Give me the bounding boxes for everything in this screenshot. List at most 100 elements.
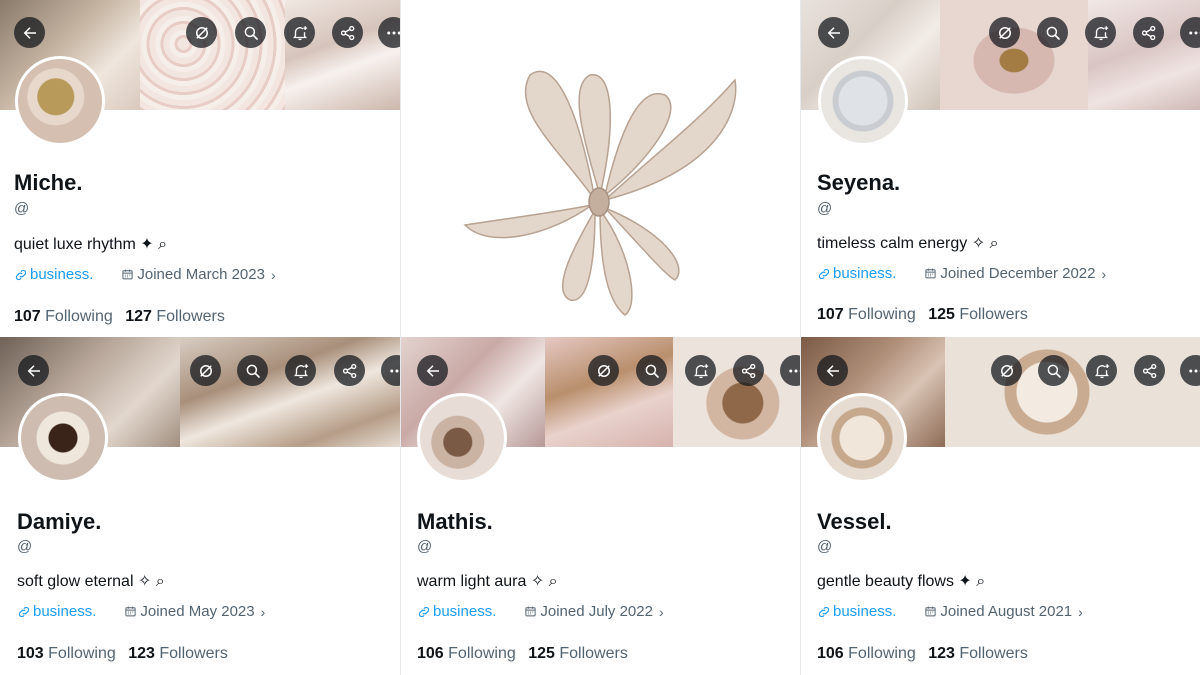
grok-button[interactable] — [989, 17, 1020, 48]
link-icon — [817, 267, 831, 281]
calendar-icon — [524, 605, 537, 618]
more-icon — [1187, 24, 1200, 42]
chevron-right-icon[interactable]: › — [261, 604, 266, 620]
banner-photo-latte — [945, 337, 1200, 447]
chevron-right-icon[interactable]: › — [659, 604, 664, 620]
profile-card-miche: Miche. @ quiet luxe rhythm ✦ ⌕ business.… — [0, 0, 400, 337]
website-text: business. — [30, 266, 94, 283]
website-link[interactable]: business. — [14, 266, 93, 283]
following-label: Following — [45, 308, 113, 325]
notify-button[interactable] — [1085, 17, 1116, 48]
banner-photo-floral — [140, 0, 285, 110]
followers-link[interactable]: 123 Followers — [928, 645, 1028, 662]
search-icon — [242, 24, 260, 42]
back-button[interactable] — [14, 17, 45, 48]
divider — [400, 337, 401, 675]
profile-card-vessel: Vessel. @ gentle beauty flows ✦ ⌕ busine… — [800, 337, 1200, 675]
back-arrow-icon — [25, 362, 43, 380]
following-link[interactable]: 107 Following — [817, 306, 916, 323]
joined-text: Joined July 2022 — [540, 603, 653, 620]
joined-date: Joined December 2022 › — [924, 265, 1106, 282]
search-button[interactable] — [237, 355, 268, 386]
profile-bio: warm light aura ✧ ⌕ — [417, 573, 558, 590]
following-count: 103 — [17, 645, 44, 662]
profile-card-mathis: Mathis. @ warm light aura ✧ ⌕ business. … — [400, 337, 800, 675]
website-link[interactable]: business. — [17, 603, 96, 620]
following-link[interactable]: 106 Following — [817, 645, 916, 662]
back-arrow-icon — [424, 362, 442, 380]
link-icon — [14, 268, 28, 282]
link-icon — [17, 605, 31, 619]
joined-text: Joined March 2023 — [137, 266, 265, 283]
followers-count: 127 — [125, 308, 152, 325]
website-link[interactable]: business. — [417, 603, 496, 620]
share-button[interactable] — [1133, 17, 1164, 48]
chevron-right-icon[interactable]: › — [1078, 604, 1083, 620]
grok-button[interactable] — [186, 17, 217, 48]
share-button[interactable] — [733, 355, 764, 386]
profile-name: Miche. — [14, 170, 83, 195]
search-icon — [1044, 24, 1062, 42]
back-button[interactable] — [818, 17, 849, 48]
notify-button[interactable] — [285, 355, 316, 386]
followers-label: Followers — [159, 645, 228, 662]
profile-handle: @ — [14, 200, 30, 217]
profile-bio: timeless calm energy ✧ ⌕ — [817, 235, 999, 252]
back-arrow-icon — [21, 24, 39, 42]
search-icon — [643, 362, 661, 380]
profile-stats: 103 Following 123 Followers — [17, 645, 228, 663]
avatar[interactable] — [818, 56, 908, 146]
back-button[interactable] — [817, 355, 848, 386]
joined-text: Joined December 2022 — [940, 265, 1096, 282]
notify-button[interactable] — [1086, 355, 1117, 386]
following-count: 106 — [817, 645, 844, 662]
notify-button[interactable] — [284, 17, 315, 48]
avatar[interactable] — [817, 393, 907, 483]
more-icon — [787, 362, 801, 380]
search-button[interactable] — [1038, 355, 1069, 386]
followers-link[interactable]: 123 Followers — [128, 645, 228, 662]
joined-date: Joined March 2023 › — [121, 266, 276, 283]
share-icon — [341, 362, 359, 380]
search-button[interactable] — [636, 355, 667, 386]
avatar[interactable] — [18, 393, 108, 483]
following-link[interactable]: 107 Following — [14, 308, 113, 325]
calendar-icon — [924, 267, 937, 280]
chevron-right-icon[interactable]: › — [271, 267, 276, 283]
followers-link[interactable]: 125 Followers — [528, 645, 628, 662]
back-button[interactable] — [18, 355, 49, 386]
website-text: business. — [833, 603, 897, 620]
following-link[interactable]: 103 Following — [17, 645, 116, 662]
share-button[interactable] — [334, 355, 365, 386]
following-label: Following — [848, 306, 916, 323]
grok-button[interactable] — [190, 355, 221, 386]
website-link[interactable]: business. — [817, 265, 896, 282]
ribbon-bow-illustration — [463, 70, 737, 316]
search-button[interactable] — [1037, 17, 1068, 48]
grok-icon — [193, 24, 211, 42]
chevron-right-icon[interactable]: › — [1101, 266, 1106, 282]
divider — [800, 337, 801, 675]
profile-handle: @ — [417, 538, 433, 555]
website-link[interactable]: business. — [817, 603, 896, 620]
search-icon — [244, 362, 262, 380]
back-button[interactable] — [417, 355, 448, 386]
share-button[interactable] — [1134, 355, 1165, 386]
grok-button[interactable] — [588, 355, 619, 386]
share-icon — [1140, 24, 1158, 42]
grok-button[interactable] — [991, 355, 1022, 386]
link-icon — [417, 605, 431, 619]
followers-count: 125 — [928, 306, 955, 323]
followers-link[interactable]: 127 Followers — [125, 308, 225, 325]
avatar[interactable] — [417, 393, 507, 483]
divider — [400, 0, 401, 337]
search-button[interactable] — [235, 17, 266, 48]
profile-bio: quiet luxe rhythm ✦ ⌕ — [14, 236, 168, 253]
following-link[interactable]: 106 Following — [417, 645, 516, 662]
bell-plus-icon — [1093, 362, 1111, 380]
notify-button[interactable] — [685, 355, 716, 386]
share-button[interactable] — [332, 17, 363, 48]
more-icon — [385, 24, 401, 42]
avatar[interactable] — [15, 56, 105, 146]
followers-link[interactable]: 125 Followers — [928, 306, 1028, 323]
